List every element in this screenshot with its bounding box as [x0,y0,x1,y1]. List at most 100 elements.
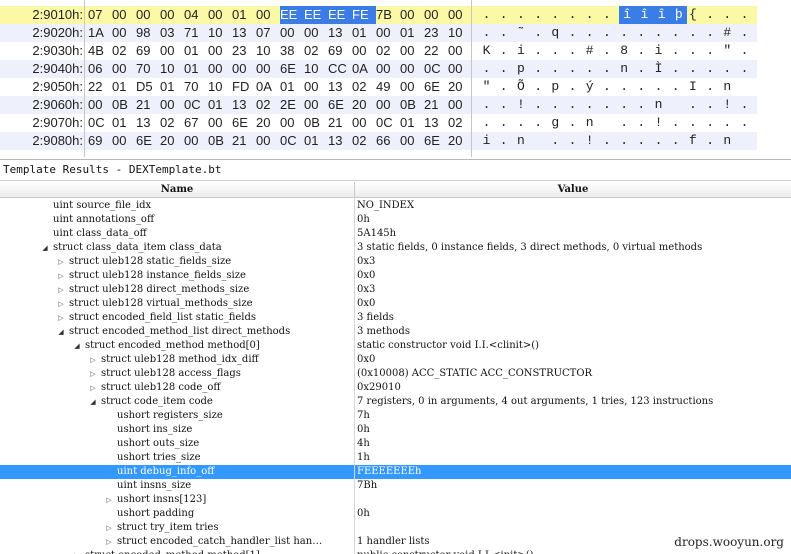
ascii-char[interactable]: þ [670,6,688,24]
hex-byte[interactable]: 20 [256,114,276,132]
hex-byte[interactable]: FE [352,6,376,24]
ascii-char[interactable]: î [653,6,671,24]
hex-byte[interactable]: 01 [232,6,252,24]
tree-row[interactable]: ▷ struct uleb128 access_flags (0x10008) AC… [0,367,791,381]
ascii-char[interactable]: . [670,114,681,132]
ascii-char[interactable]: Ì [653,60,664,78]
hex-byte[interactable]: 49 [376,78,396,96]
hex-byte[interactable]: 0C [424,60,444,78]
collapse-arrow-icon[interactable]: ◢ [41,244,49,252]
ascii-char[interactable]: . [739,6,750,24]
ascii-char[interactable]: " [722,42,733,60]
hex-byte[interactable]: 13 [232,96,252,114]
ascii-char[interactable]: . [619,132,630,150]
hex-byte[interactable]: 0C [376,114,396,132]
hex-byte[interactable]: FD [232,78,252,96]
ascii-char[interactable]: . [670,24,681,42]
expand-arrow-icon[interactable]: ▷ [57,314,65,322]
ascii-char[interactable]: . [739,42,750,60]
ascii-char[interactable]: p [550,78,561,96]
expand-arrow-icon[interactable]: ▷ [57,286,65,294]
ascii-char[interactable]: . [670,78,681,96]
hex-byte[interactable]: 00 [400,6,420,24]
hex-byte[interactable]: 01 [184,60,204,78]
hex-byte[interactable]: 0C [280,132,300,150]
ascii-char[interactable]: . [636,78,647,96]
hex-byte[interactable]: 00 [256,132,276,150]
hex-row[interactable]: 2:9080h: 69 00 6E 20 00 0B 21 00 0C 01 13 02 66 00 6E 20… [0,132,791,150]
ascii-char[interactable]: . [481,114,492,132]
ascii-char[interactable]: . [481,96,492,114]
hex-byte[interactable]: 38 [280,42,300,60]
hex-byte[interactable]: 0B [304,114,324,132]
tree-row[interactable]: ushort tries_size 1h [0,451,791,465]
tree-row[interactable]: ▷ struct uleb128 static_fields_size 0x3 [0,255,791,269]
hex-byte[interactable]: 01 [112,78,132,96]
ascii-char[interactable]: . [687,42,698,60]
tree-row[interactable]: ▷ struct try_item tries [0,521,791,535]
ascii-char[interactable]: . [498,114,509,132]
hex-byte[interactable]: 00 [376,60,396,78]
hex-byte[interactable]: 02 [352,78,372,96]
hex-byte[interactable]: 98 [136,24,156,42]
hex-byte[interactable]: 21 [424,96,444,114]
ascii-char[interactable]: . [550,96,561,114]
hex-byte[interactable]: 20 [448,78,468,96]
tree-row[interactable]: ▷ struct uleb128 direct_methods_size 0x3 [0,283,791,297]
ascii-char[interactable]: . [533,60,544,78]
hex-row[interactable]: 2:9050h: 22 01 D5 01 70 10 FD 0A 01 00 13 02 49 00 6E 20… [0,78,791,96]
hex-byte[interactable]: 22 [424,42,444,60]
ascii-char[interactable]: . [601,132,612,150]
ascii-char[interactable] [739,78,750,96]
ascii-char[interactable] [601,114,612,132]
hex-byte[interactable]: 00 [376,96,396,114]
expand-arrow-icon[interactable]: ▷ [105,524,113,532]
ascii-char[interactable]: . [567,114,578,132]
tree-row[interactable]: ◢ struct class_data_item class_data 3 stat… [0,241,791,255]
hex-byte[interactable]: 4B [88,42,108,60]
ascii-char[interactable]: . [550,42,561,60]
ascii-char[interactable]: . [533,24,544,42]
hex-editor-pane[interactable]: 2:9010h: 07 00 00 00 04 00 01 00 EE EE EE FE 7B 00 00 00… [0,0,791,157]
hex-byte[interactable]: EE [328,6,352,24]
ascii-char[interactable]: . [601,96,612,114]
ascii-char[interactable]: . [584,60,595,78]
ascii-char[interactable]: n [722,132,733,150]
hex-byte[interactable]: 00 [448,6,468,24]
hex-byte[interactable]: 00 [256,6,276,24]
hex-byte[interactable]: 00 [208,42,228,60]
hex-byte[interactable]: 13 [424,114,444,132]
hex-byte[interactable]: 01 [184,42,204,60]
tree-row[interactable]: ▷ struct uleb128 method_idx_diff 0x0 [0,353,791,367]
collapse-arrow-icon[interactable]: ◢ [73,342,81,350]
collapse-arrow-icon[interactable]: ◢ [89,398,97,406]
hex-byte[interactable]: 10 [304,60,324,78]
ascii-char[interactable]: " [481,78,492,96]
ascii-char[interactable]: . [601,6,612,24]
hex-byte[interactable]: 22 [88,78,108,96]
hex-byte[interactable]: 03 [160,24,180,42]
tree-row[interactable]: ▷ struct uleb128 instance_fields_size 0x0 [0,269,791,283]
hex-byte[interactable]: 01 [352,24,372,42]
hex-byte[interactable]: 21 [328,114,348,132]
ascii-char[interactable]: î [635,6,653,24]
hex-row[interactable]: 2:9010h: 07 00 00 00 04 00 01 00 EE EE EE FE 7B 00 00 00… [0,6,791,24]
ascii-char[interactable] [739,132,750,150]
hex-byte[interactable]: 00 [208,60,228,78]
ascii-char[interactable]: I [687,78,698,96]
ascii-char[interactable]: . [619,24,630,42]
hex-byte[interactable]: 01 [208,96,228,114]
ascii-char[interactable]: . [722,114,733,132]
ascii-char[interactable]: î [618,6,636,24]
ascii-char[interactable]: . [687,60,698,78]
ascii-char[interactable]: . [722,60,733,78]
ascii-char[interactable]: . [498,78,509,96]
tree-row[interactable]: ◢ struct encoded_method method[0] static c… [0,339,791,353]
ascii-char[interactable]: . [584,6,595,24]
expand-arrow-icon[interactable]: ▷ [105,538,113,546]
ascii-char[interactable]: . [653,78,664,96]
hex-byte[interactable]: 0B [400,96,420,114]
hex-byte[interactable]: 02 [256,96,276,114]
ascii-char[interactable]: q [550,24,561,42]
tree-row[interactable]: ◢ struct code_item code 7 registers, 0 in … [0,395,791,409]
